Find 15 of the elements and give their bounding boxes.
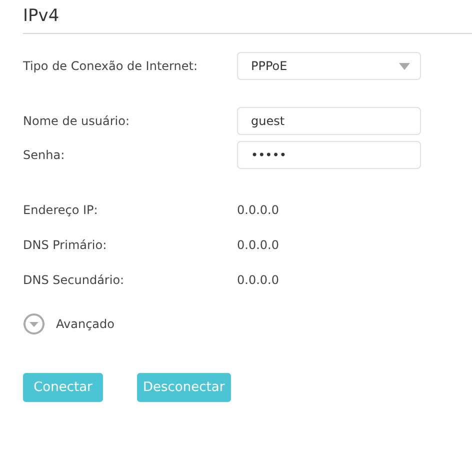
- input-field[interactable]: •••••: [237, 141, 421, 169]
- info-value: 0.0.0.0: [237, 273, 280, 287]
- input-field[interactable]: guest: [237, 107, 421, 135]
- section-title: IPv4: [23, 6, 472, 34]
- field-label: Senha:: [23, 148, 66, 162]
- info-label: Endereço IP:: [23, 203, 99, 217]
- field-label: Nome de usuário:: [23, 114, 130, 128]
- info-label: DNS Secundário:: [23, 273, 126, 287]
- info-label: DNS Primário:: [23, 238, 108, 252]
- connection-type-select[interactable]: PPPoE: [237, 52, 421, 80]
- info-value: 0.0.0.0: [237, 203, 280, 217]
- info-value: 0.0.0.0: [237, 238, 280, 252]
- field-label: Tipo de Conexão de Internet:: [23, 59, 198, 73]
- caret-icon: [399, 62, 410, 70]
- advanced-toggle[interactable]: Avançado: [23, 313, 114, 335]
